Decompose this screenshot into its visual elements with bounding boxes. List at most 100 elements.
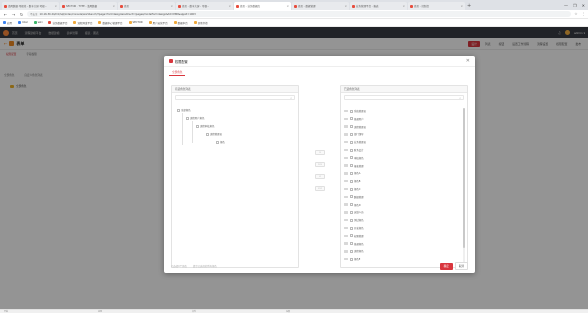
checkbox[interactable]: [350, 179, 353, 183]
close-window-icon[interactable]: ✕: [582, 3, 585, 8]
drag-handle-icon[interactable]: [344, 187, 348, 191]
close-icon[interactable]: ×: [285, 4, 289, 8]
drag-handle-icon[interactable]: [344, 117, 348, 121]
drag-handle-icon[interactable]: [344, 250, 348, 253]
move-left-button[interactable]: <: [315, 174, 325, 179]
drag-handle-icon[interactable]: [344, 140, 348, 144]
selected-role-item[interactable]: 测试角色: [344, 217, 364, 223]
checkbox[interactable]: [350, 117, 353, 121]
close-icon[interactable]: ×: [401, 4, 405, 8]
browser-tab[interactable]: 业务管理平台 - 报表 ×: [350, 2, 407, 10]
checkbox[interactable]: [350, 171, 353, 175]
bookmark-item[interactable]: 业务数据平台: [48, 21, 67, 25]
selected-role-item[interactable]: 报表管理: [344, 163, 364, 169]
tree-node[interactable]: 流程管理员: [206, 132, 222, 136]
move-all-right-button[interactable]: >>: [315, 162, 325, 167]
browser-tab[interactable]: 清风数据·可视化 - 数字大屏·可视... ×: [2, 2, 59, 10]
bookmark-item[interactable]: wiki: [33, 21, 42, 24]
tree-node[interactable]: 角色: [216, 140, 225, 144]
url-input[interactable]: 不安全 10.16.30.24/mlr/sql/index/console/wo…: [27, 11, 572, 17]
move-all-left-button[interactable]: <<: [315, 186, 325, 191]
drag-handle-icon[interactable]: [344, 211, 348, 214]
checkbox[interactable]: [216, 140, 219, 144]
selected-role-item[interactable]: 普通用户: [344, 116, 364, 122]
ok-button[interactable]: 确定: [439, 262, 453, 270]
selected-role-item[interactable]: 普通角色: [344, 241, 364, 247]
drag-handle-icon[interactable]: [344, 156, 348, 160]
checkbox[interactable]: [350, 148, 353, 152]
browser-tab[interactable]: 首页 ×: [118, 2, 175, 10]
bookmark-item[interactable]: SECTOR: [128, 21, 143, 24]
checkbox[interactable]: [350, 218, 353, 222]
drag-handle-icon[interactable]: [344, 148, 348, 152]
drag-handle-icon[interactable]: [344, 179, 348, 183]
checkbox[interactable]: [350, 203, 353, 207]
left-search-input[interactable]: ⌕: [175, 95, 295, 100]
checkbox[interactable]: [350, 156, 353, 160]
checkbox[interactable]: [350, 109, 353, 113]
selected-role-item[interactable]: 财务会计: [344, 147, 364, 153]
scrollbar-thumb[interactable]: [463, 108, 465, 248]
drag-handle-icon[interactable]: [344, 172, 348, 175]
checkbox[interactable]: [350, 242, 353, 246]
selected-role-item[interactable]: 数据管理: [344, 194, 364, 200]
checkbox[interactable]: [350, 249, 353, 253]
maximize-icon[interactable]: ❐: [573, 3, 577, 8]
checkbox[interactable]: [186, 116, 189, 120]
checkbox[interactable]: [350, 125, 353, 129]
tree-node[interactable]: 流程审核角色: [196, 124, 214, 128]
selected-role-item[interactable]: 角色B: [344, 178, 360, 184]
checkbox[interactable]: [350, 234, 353, 238]
drag-handle-icon[interactable]: [344, 234, 348, 238]
selected-role-item[interactable]: 开发角色: [344, 225, 364, 231]
selected-role-item[interactable]: 运维人员: [344, 209, 364, 215]
close-icon[interactable]: ×: [459, 4, 463, 8]
bookmark-item[interactable]: Intel: [18, 21, 28, 24]
checkbox[interactable]: [206, 132, 209, 136]
selected-role-item[interactable]: 系统管理员: [344, 108, 366, 114]
clear-selection-link[interactable]: 清空已选择的所有角色: [193, 264, 217, 268]
selected-role-item[interactable]: 部门领导: [344, 131, 364, 137]
close-icon[interactable]: ×: [343, 4, 347, 8]
drag-handle-icon[interactable]: [344, 125, 348, 128]
move-right-button[interactable]: >: [315, 150, 325, 155]
close-icon[interactable]: ×: [53, 4, 57, 8]
checkbox[interactable]: [350, 195, 353, 199]
tab-all-roles[interactable]: 全部角色: [169, 69, 186, 76]
drag-handle-icon[interactable]: [344, 242, 348, 245]
drag-handle-icon[interactable]: [344, 226, 348, 230]
bookmark-item[interactable]: 数据中心管理平台: [98, 21, 123, 25]
checkbox[interactable]: [196, 124, 199, 128]
selected-role-item[interactable]: 流程管理员: [344, 124, 366, 130]
bookmark-item[interactable]: 流程开发平台: [73, 21, 92, 25]
selected-role-item[interactable]: 业务管理员: [344, 139, 366, 145]
bookmark-item[interactable]: 用户运营平台: [148, 21, 168, 25]
checkbox[interactable]: [350, 226, 353, 230]
search-icon[interactable]: ⌕: [459, 96, 461, 100]
security-indicator[interactable]: 不安全: [30, 12, 38, 16]
bookmark-star-icon[interactable]: ☆: [574, 12, 577, 16]
checkbox[interactable]: [350, 140, 353, 144]
drag-handle-icon[interactable]: [344, 164, 348, 167]
minimize-icon[interactable]: —: [564, 3, 568, 8]
selected-role-item[interactable]: 审核角色: [344, 155, 364, 161]
cancel-button[interactable]: 取消: [454, 262, 468, 270]
drag-handle-icon[interactable]: [344, 203, 348, 206]
reload-icon[interactable]: ↻: [19, 12, 24, 17]
scrollbar[interactable]: [463, 108, 465, 266]
bookmark-item[interactable]: 其他书签: [193, 21, 208, 25]
new-tab-button[interactable]: +: [467, 2, 471, 10]
bookmark-item[interactable]: 数据中台: [173, 21, 188, 25]
checkbox[interactable]: [177, 108, 180, 112]
back-icon[interactable]: ←: [3, 12, 8, 17]
tree-node[interactable]: 全部角色: [177, 108, 191, 112]
checkbox[interactable]: [350, 187, 353, 191]
close-icon[interactable]: ×: [169, 4, 173, 8]
browser-tab[interactable]: 首页 - 数字大屏 - 可视... ×: [176, 2, 233, 10]
browser-tab[interactable]: 首页 - 数据管理 ×: [292, 2, 349, 10]
bookmark-item[interactable]: 应用: [3, 21, 12, 25]
checkbox[interactable]: [350, 210, 353, 214]
forward-icon[interactable]: →: [11, 12, 16, 17]
checkbox[interactable]: [350, 164, 353, 168]
close-icon[interactable]: ×: [111, 4, 115, 8]
